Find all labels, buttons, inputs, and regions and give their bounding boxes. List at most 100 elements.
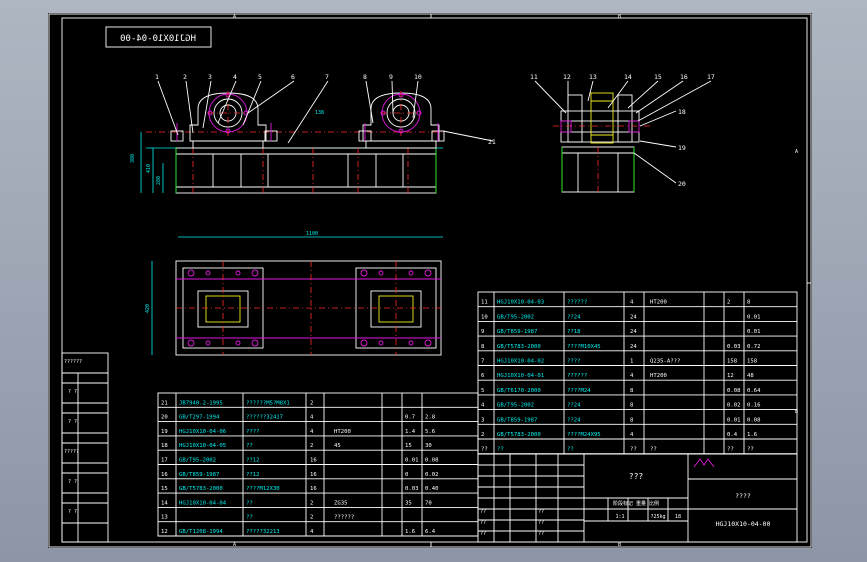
parts-cell-no: 20	[161, 415, 168, 421]
parts-cell-qty: 16	[310, 486, 317, 492]
parts-cell-w2: 0.01	[747, 314, 760, 320]
parts-cell-w2: 0.08	[747, 417, 761, 423]
parts-cell-material: HT200	[334, 429, 351, 435]
title-row-label-5: ??	[538, 531, 544, 537]
parts-cell-qty: 4	[630, 432, 634, 438]
parts-cell-code: GB/T859-1987	[497, 417, 537, 423]
callout-9: 9	[389, 73, 393, 81]
parts-cell-code: GB/T95-2002	[497, 314, 534, 320]
dim-overall-length: 1100	[306, 231, 318, 237]
parts-cell-code: GB/T6170-2000	[497, 388, 541, 394]
parts-cell-w1: 0.08	[727, 388, 741, 394]
title-row-label-4: ??	[538, 520, 544, 526]
title-row-label-0: ??	[480, 509, 486, 515]
callout-3: 3	[208, 73, 212, 81]
parts-cell-name: ??????32417	[246, 415, 283, 421]
parts-cell-w2: 5.6	[425, 429, 435, 435]
parts-cell-code: GB/T95-2002	[179, 458, 216, 464]
parts-cell-name: ??12	[246, 458, 259, 464]
callout-21: 21	[488, 138, 496, 146]
parts-cell-code: GB/T297-1994	[179, 415, 220, 421]
zone-label-bottom-b: B	[618, 542, 621, 548]
parts-cell-code: HGJ10X10-04-01	[497, 373, 544, 379]
callout-17: 17	[707, 73, 715, 81]
parts-cell-no: 13	[161, 515, 168, 521]
parts-cell-qty: 2	[310, 443, 313, 449]
callout-20: 20	[678, 180, 686, 188]
parts-cell-qty: 4	[310, 415, 314, 421]
parts-cell-w1: 0	[405, 472, 408, 478]
parts-cell-w2: 0.16	[747, 403, 760, 409]
parts-cell-name: ????	[567, 359, 580, 365]
side-label-3: ?????	[64, 449, 79, 455]
parts-cell-name: ??????M5?M8X1	[246, 400, 290, 406]
parts-cell-w2: 0.64	[747, 388, 761, 394]
callout-1: 1	[155, 73, 159, 81]
parts-cell-name: ??	[246, 443, 253, 449]
parts-cell-code: GB/T1208-1994	[179, 529, 223, 535]
parts-table-lower: 21 JB7940.2-1995 ??????M5?M8X1 220 GB/T297-1…	[157, 392, 479, 537]
parts-cell-qty: 24	[630, 314, 637, 320]
callout-2: 2	[183, 73, 187, 81]
parts-cell-qty: 4	[310, 429, 314, 435]
parts-cell-name: ?????32213	[246, 529, 280, 535]
parts-cell-no: 2	[481, 432, 484, 438]
parts-cell-no: 17	[161, 458, 168, 464]
zone-label-top-a: A	[233, 14, 236, 20]
title-row-label-3: ??	[538, 509, 544, 515]
dim-height2: 410	[146, 164, 152, 173]
title-company: ????	[735, 492, 751, 500]
side-label-2: ? ?	[68, 419, 77, 425]
parts-cell-w1: 0.01	[405, 458, 418, 464]
parts-cell-w1: 0.4	[727, 432, 738, 438]
parts-cell-code: GB/T95-2002	[497, 403, 534, 409]
parts-cell-w1: 0.02	[727, 403, 740, 409]
parts-cell-name: ????M12X30	[246, 486, 280, 492]
parts-cell-name: ??24	[567, 403, 581, 409]
callout-14: 14	[624, 73, 632, 81]
callout-7: 7	[325, 73, 329, 81]
parts-cell-w1: 0.01	[727, 417, 740, 423]
parts-cell-code: JB7940.2-1995	[179, 400, 223, 406]
parts-cell-w1: 2	[727, 300, 730, 306]
parts-cell-no: 7	[481, 359, 484, 365]
parts-cell-name: ????M24	[567, 388, 591, 394]
parts-cell-name: ????M24X95	[567, 432, 601, 438]
parts-cell-w2: 158	[747, 359, 758, 365]
parts-cell-no: 9	[481, 329, 484, 335]
parts-cell-name: ??18	[567, 329, 581, 335]
callout-5: 5	[258, 73, 262, 81]
callout-numbers: 1 2 3 4 5 6 7 8 9 10 11 12 13 14 15 16 1…	[155, 73, 715, 188]
parts-cell-qty: 2	[310, 515, 313, 521]
dim-width: 420	[145, 304, 151, 313]
parts-cell-code: HGJ10X10-04-02	[497, 359, 544, 365]
parts-cell-code: GB/T859-1987	[497, 329, 537, 335]
parts-cell-qty: 8	[630, 388, 634, 394]
parts-cell-w2: 0.40	[425, 486, 438, 492]
parts-cell-no: 21	[161, 400, 168, 406]
parts-cell-name: ??	[567, 447, 574, 453]
parts-cell-w2: 70	[425, 500, 432, 506]
parts-cell-w2: 30	[425, 443, 432, 449]
side-label-5: ? ?	[68, 509, 77, 515]
parts-cell-qty: 8	[630, 417, 634, 423]
parts-cell-w2: ??	[747, 447, 754, 453]
title-drawing-number: HGJ10X10-04-00	[716, 520, 771, 528]
parts-cell-code: GB/T5783-2000	[179, 486, 223, 492]
title-row-label-2: ??	[480, 531, 486, 537]
parts-cell-no: 3	[481, 417, 484, 423]
parts-cell-no: 10	[481, 314, 488, 320]
drawing-canvas: A B A B A B HGJ10X10-04-00 ?????? ? ? ? …	[48, 13, 812, 548]
parts-cell-qty: ??	[630, 447, 637, 453]
parts-cell-no: 14	[161, 500, 168, 506]
parts-cell-code: HGJ10X10-04-06	[179, 429, 226, 435]
parts-cell-w2: 0.01	[747, 329, 760, 335]
title-name: ???	[629, 472, 644, 481]
top-view: 1100 420	[145, 231, 443, 356]
zone-label-bottom-a: A	[233, 542, 236, 548]
company-logo-icon	[693, 458, 715, 468]
side-view	[553, 92, 653, 193]
parts-cell-name: ??24	[567, 417, 581, 423]
parts-cell-no: 18	[161, 443, 168, 449]
title-weight: ?25kg	[650, 514, 665, 520]
